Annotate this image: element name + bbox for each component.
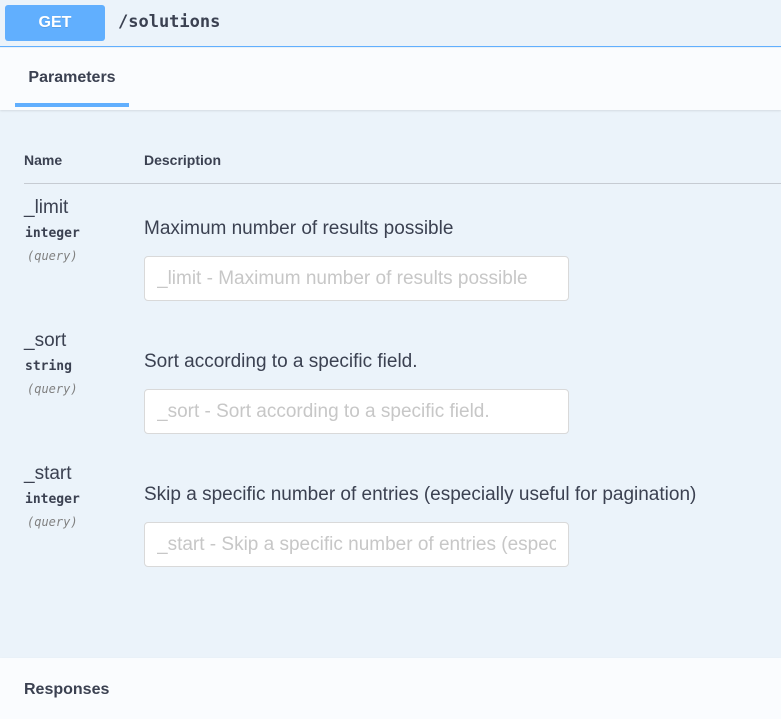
table-header-divider — [24, 183, 781, 184]
parameter-name: _limit — [24, 197, 69, 218]
parameter-type: string — [25, 359, 72, 374]
parameter-type: integer — [25, 492, 80, 507]
method-badge: GET — [5, 5, 105, 41]
parameter-description: Sort according to a specific field. — [144, 351, 418, 372]
parameter-location: (query) — [27, 515, 78, 529]
limit-input[interactable] — [144, 256, 569, 301]
operation-path: /solutions — [118, 12, 221, 32]
start-input[interactable] — [144, 522, 569, 567]
parameters-section-header: Parameters — [0, 48, 781, 110]
column-header-description: Description — [144, 152, 222, 168]
parameter-description: Maximum number of results possible — [144, 218, 454, 239]
tab-parameters[interactable]: Parameters — [15, 48, 129, 108]
parameter-type: integer — [25, 226, 80, 241]
parameter-name: _start — [24, 463, 72, 484]
column-header-name: Name — [24, 152, 63, 168]
parameter-name: _sort — [24, 330, 67, 351]
responses-section-header: Responses — [0, 658, 781, 719]
parameter-location: (query) — [27, 382, 78, 396]
sort-input[interactable] — [144, 389, 569, 434]
parameter-description: Skip a specific number of entries (espec… — [144, 484, 697, 505]
tab-active-indicator — [15, 103, 129, 107]
responses-title: Responses — [24, 681, 110, 698]
operation-header[interactable]: GET /solutions — [0, 0, 781, 47]
parameter-location: (query) — [27, 249, 78, 263]
